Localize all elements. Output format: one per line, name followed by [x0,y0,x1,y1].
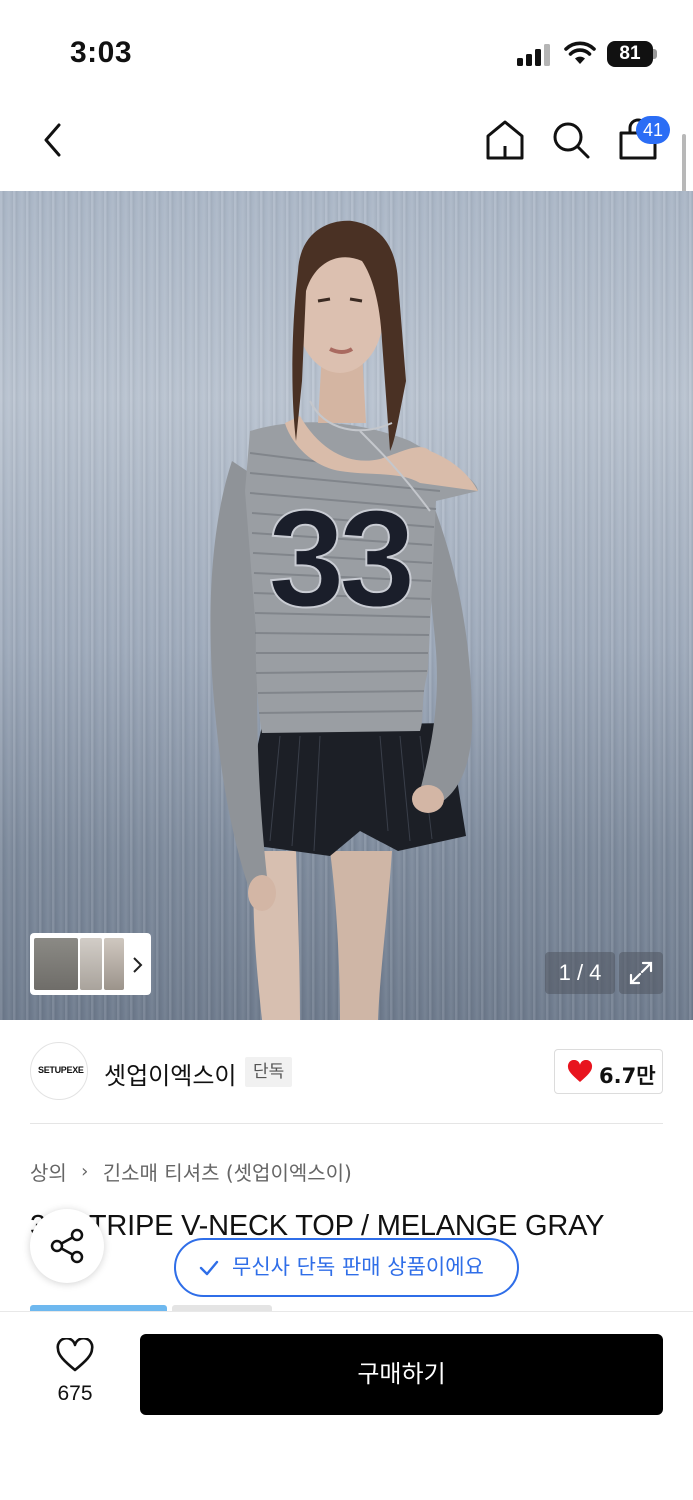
thumbnail-image[interactable] [34,938,78,990]
search-icon[interactable] [550,119,592,161]
exclusive-tag: 단독 [245,1057,293,1087]
heart-outline-icon [56,1338,94,1372]
expand-icon [629,961,653,985]
thumbnail-strip[interactable] [30,933,151,995]
status-time: 3:03 [70,36,133,69]
thumbnail-image[interactable] [104,938,124,990]
chevron-right-icon[interactable] [130,955,144,975]
brand-logo-text: SETUPEXE [38,1065,84,1075]
divider [30,1123,663,1124]
breadcrumb-category[interactable]: 상의 [30,1157,67,1186]
image-page-indicator: 1 / 4 [545,952,615,994]
chevron-right-icon: › [81,1161,89,1182]
thumbnail-image[interactable] [80,938,102,990]
check-icon [199,1260,219,1276]
wishlist-count: 675 [57,1382,93,1405]
wishlist-button[interactable]: 675 [40,1330,110,1410]
svg-text:33: 33 [268,482,411,636]
brand-name[interactable]: 셋업이엑스이 [104,1056,236,1091]
model-photo: 33 [210,220,478,1020]
brand-like-button[interactable]: 6.7만 [554,1049,663,1094]
heart-filled-icon [567,1060,593,1082]
breadcrumb-subcategory[interactable]: 긴소매 티셔츠 (셋업이엑스이) [103,1157,352,1186]
cart-count-badge[interactable]: 41 [636,116,670,144]
cellular-signal-icon [517,44,551,66]
brand-logo[interactable]: SETUPEXE [30,1042,88,1100]
back-arrow-icon[interactable] [38,120,68,160]
battery-indicator: 81 [607,41,657,67]
home-icon[interactable] [484,118,526,162]
status-bar: 3:03 81 [0,0,693,100]
product-image[interactable]: 33 [0,191,693,1020]
wifi-icon [564,41,596,64]
exclusive-toast: 무신사 단독 판매 상품이에요 [174,1238,519,1297]
battery-level: 81 [607,41,653,67]
expand-button[interactable] [619,952,663,994]
share-icon [50,1228,84,1264]
breadcrumb: 상의 › 긴소매 티셔츠 (셋업이엑스이) [30,1157,352,1186]
share-button[interactable] [30,1209,104,1283]
brand-like-count: 6.7만 [599,1064,656,1088]
buy-button[interactable]: 구매하기 [140,1334,663,1415]
toast-text: 무신사 단독 판매 상품이에요 [232,1255,484,1279]
